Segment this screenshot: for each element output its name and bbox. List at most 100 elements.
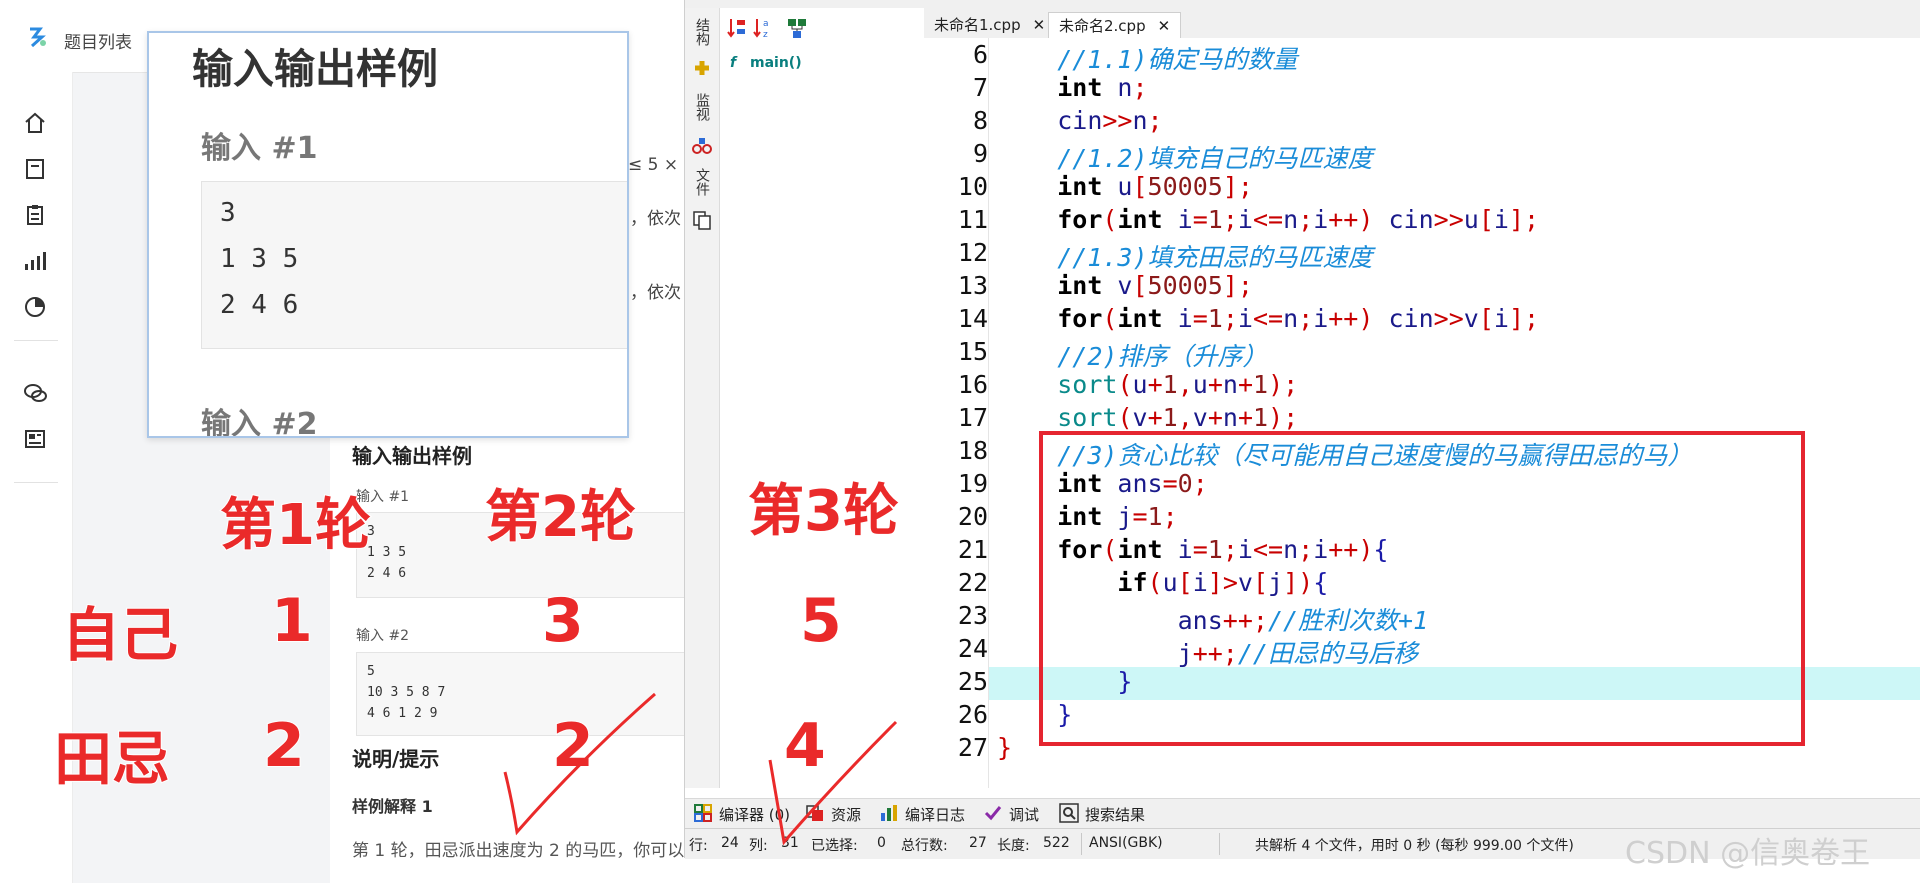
code-token: //1.3)填充田忌的马匹速度 — [1057, 243, 1373, 272]
tab-compiler[interactable]: 编译器 (0) — [719, 804, 790, 825]
round3-label: 第3轮 — [747, 478, 900, 545]
code-token: v — [1463, 304, 1479, 333]
code-line[interactable]: //1.2)填充自己的马匹速度 — [997, 139, 1372, 175]
code-line[interactable]: } — [997, 733, 1012, 762]
code-token: for — [1057, 205, 1103, 234]
code-line[interactable]: int u[50005]; — [997, 172, 1253, 201]
math-fragment: ≤ 5 × — [628, 155, 679, 175]
signal-bars-icon[interactable] — [22, 248, 48, 274]
status-len: 522 — [1043, 835, 1070, 851]
input2-label: 输入 #2 — [356, 628, 410, 644]
code-line[interactable]: cin>>n; — [997, 106, 1163, 135]
book-icon[interactable] — [22, 156, 48, 182]
code-line[interactable]: for(int i=1;i<=n;i++) cin>>u[i]; — [997, 205, 1539, 234]
home-icon[interactable] — [22, 110, 48, 136]
status-parse-info: 共解析 4 个文件，用时 0 秒 (每秒 999.00 个文件) — [1255, 838, 1574, 854]
code-token: >> — [1102, 106, 1133, 135]
code-token: n — [1222, 370, 1238, 399]
hierarchy-icon[interactable] — [786, 16, 808, 40]
notes-title: 说明/提示 — [352, 747, 440, 771]
code-token: //1.1)确定马的数量 — [1057, 45, 1298, 74]
code-token: ) — [1358, 205, 1374, 234]
tianji-value: 4 — [783, 710, 827, 782]
annotation-highlight-box — [1039, 431, 1805, 746]
sort-az-icon[interactable] — [726, 16, 748, 40]
line-number: 17 — [957, 403, 988, 432]
line-number: 20 — [957, 502, 988, 531]
function-icon: f — [730, 55, 737, 71]
close-icon[interactable]: ✕ — [1033, 16, 1046, 34]
close-icon[interactable]: ✕ — [1158, 17, 1171, 35]
tab-search-results[interactable]: 搜索结果 — [1085, 804, 1145, 825]
line-number: 24 — [957, 634, 988, 663]
code-token: = — [1192, 205, 1208, 234]
explain-title: 样例解释 1 — [352, 797, 433, 816]
line-number: 21 — [957, 535, 988, 564]
code-token: for — [1057, 304, 1103, 333]
tab-resources[interactable]: 资源 — [831, 804, 861, 825]
code-line[interactable]: int v[50005]; — [997, 271, 1253, 300]
line-number: 25 — [957, 667, 988, 696]
plus-pin-icon[interactable] — [692, 58, 712, 78]
chat-icon[interactable] — [22, 380, 48, 406]
code-token: >> — [1433, 304, 1464, 333]
code-line[interactable]: sort(u+1,u+n+1); — [997, 370, 1298, 399]
problem-list-link[interactable]: 题目列表 — [64, 28, 132, 53]
zoom-input-box: 3 1 3 5 2 4 6 — [201, 181, 627, 349]
status-separator — [1219, 833, 1220, 855]
file-tab-2[interactable]: 未命名2.cpp ✕ — [1048, 12, 1182, 39]
site-logo-icon[interactable] — [26, 26, 48, 48]
clipboard-icon[interactable] — [22, 202, 48, 228]
tab-compile-log[interactable]: 编译日志 — [905, 804, 965, 825]
news-icon[interactable] — [22, 426, 48, 452]
code-token: ; — [1147, 106, 1163, 135]
line-number: 11 — [957, 205, 988, 234]
file-tab-1[interactable]: 未命名1.cpp ✕ — [924, 12, 1055, 38]
status-separator — [1081, 833, 1082, 855]
code-line[interactable]: //1.1)确定马的数量 — [997, 40, 1298, 76]
code-token: ( — [1102, 205, 1118, 234]
code-line[interactable]: //2)排序（升序） — [997, 337, 1267, 373]
tab-debug[interactable]: 调试 — [1009, 804, 1039, 825]
file-tabs: 未命名1.cpp ✕ 未命名2.cpp ✕ — [924, 8, 1920, 39]
code-token: 1 — [1162, 370, 1178, 399]
code-line[interactable]: //1.3)填充田忌的马匹速度 — [997, 238, 1373, 274]
tab-structure[interactable]: 结构 — [692, 18, 712, 46]
code-token: ; — [1298, 304, 1314, 333]
text-fragment: ，依次 — [630, 283, 681, 303]
tab-watch[interactable]: 监视 — [692, 93, 712, 121]
tree-item-main[interactable]: main() — [750, 55, 802, 71]
bottom-panel-tabs: 编译器 (0) 资源 编译日志 调试 搜索结果 — [685, 798, 1920, 829]
text-fragment: ，依次 — [630, 209, 681, 229]
code-token: int — [1057, 172, 1103, 201]
status-sel: 0 — [877, 835, 886, 851]
code-token: int — [1117, 205, 1163, 234]
pie-chart-icon[interactable] — [22, 294, 48, 320]
line-number: 8 — [972, 106, 988, 135]
code-token: cin — [1057, 106, 1103, 135]
code-token: ); — [1268, 370, 1299, 399]
watch-glasses-icon[interactable] — [692, 136, 712, 156]
code-token: + — [1237, 370, 1253, 399]
code-token: //2)排序（升序） — [1057, 342, 1268, 371]
code-line[interactable]: for(int i=1;i<=n;i++) cin>>v[i]; — [997, 304, 1539, 333]
csdn-watermark: CSDN @信奥卷王 — [1625, 836, 1871, 871]
svg-text:z: z — [763, 30, 768, 40]
code-token: , — [1177, 370, 1193, 399]
code-token: [ — [1478, 205, 1494, 234]
line-number: 10 — [957, 172, 988, 201]
sort-type-icon[interactable]: az — [752, 16, 774, 40]
class-browser: az f main() — [720, 8, 924, 788]
tab-files[interactable]: 文件 — [692, 168, 712, 196]
code-line[interactable]: sort(v+1,v+n+1); — [997, 403, 1298, 432]
code-line[interactable]: int n; — [997, 73, 1147, 102]
files-icon[interactable] — [692, 210, 712, 230]
zoom-line: 2 4 6 — [220, 290, 299, 320]
code-token: + — [1207, 403, 1223, 432]
input2-box[interactable]: 5 10 3 5 8 7 4 6 1 2 9 — [356, 652, 690, 736]
zoomed-sample-panel: 输入输出样例 输入 #1 3 1 3 5 2 4 6 输入 #2 — [147, 31, 629, 438]
